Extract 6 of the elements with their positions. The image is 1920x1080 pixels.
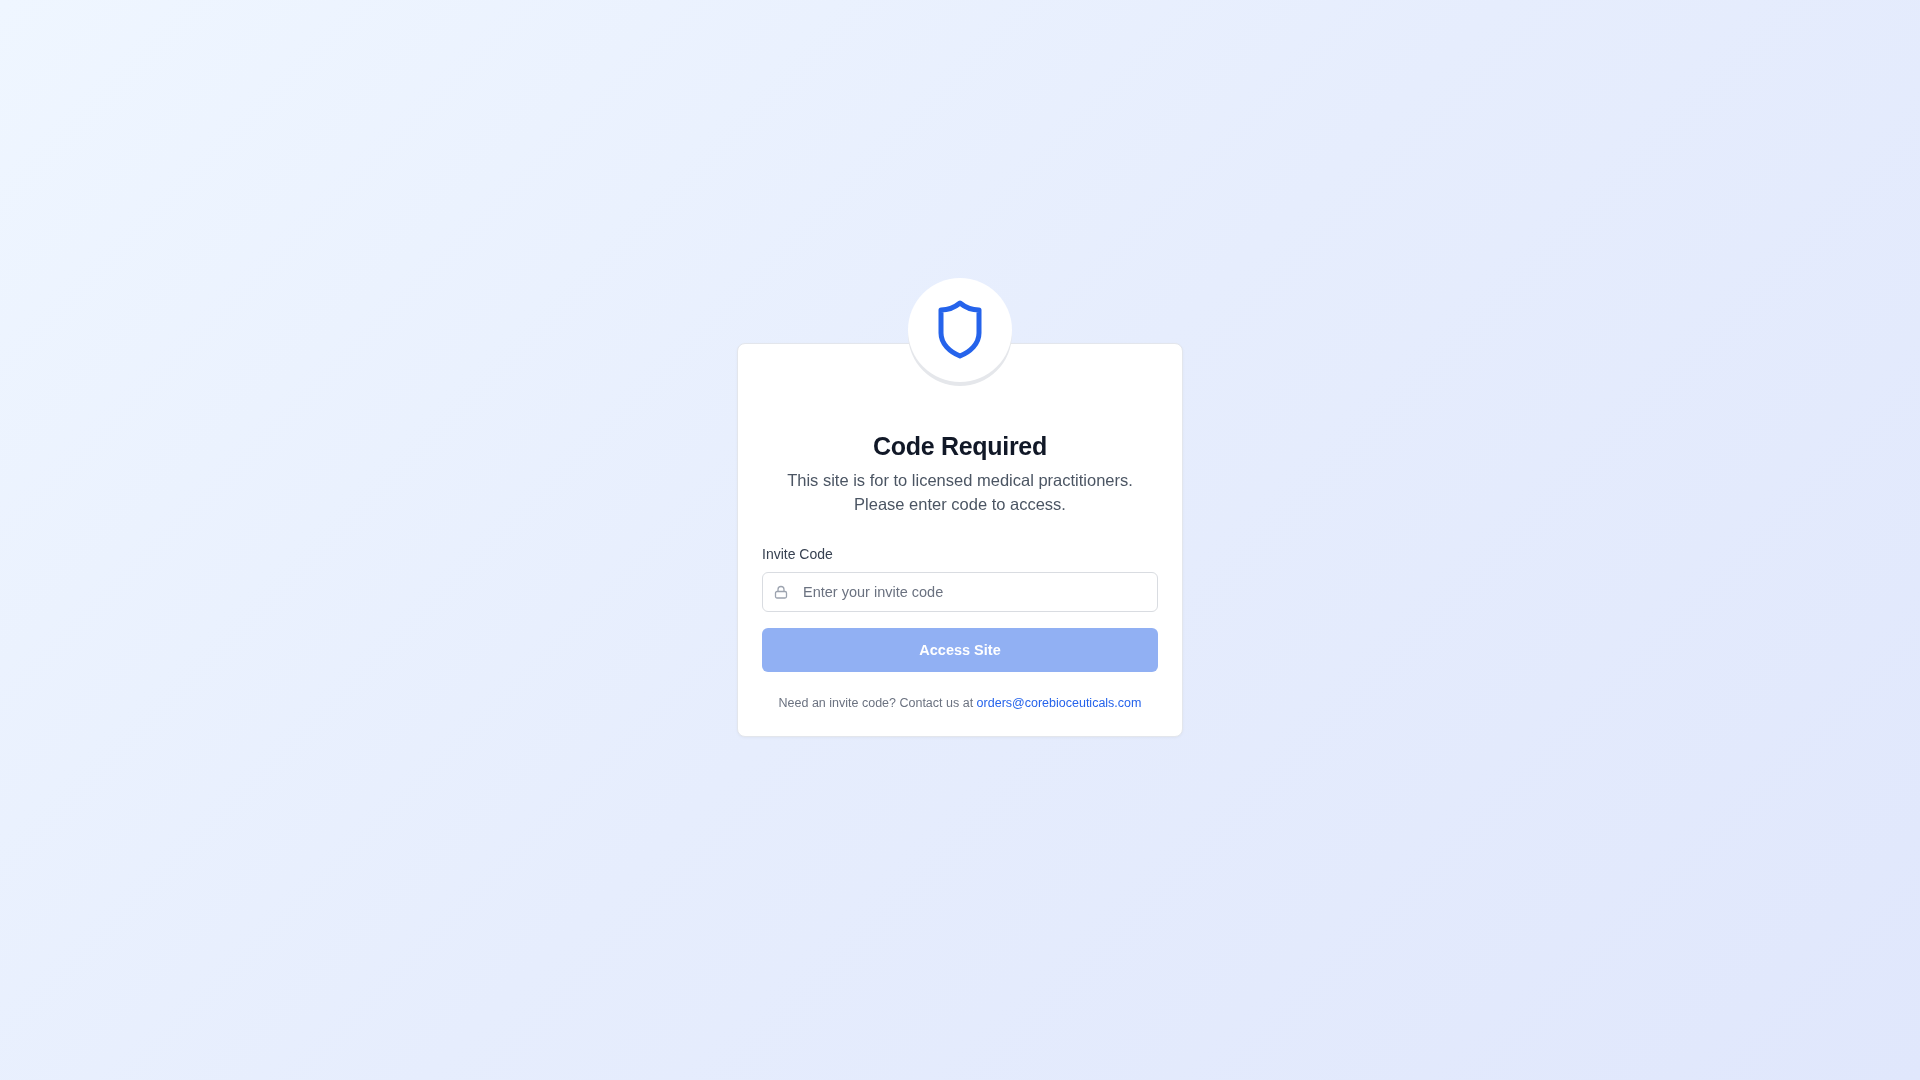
email-link[interactable]: orders@corebioceuticals.com <box>976 696 1142 710</box>
card-title: Code Required <box>872 431 1048 462</box>
field-label: Invite Code <box>762 545 833 564</box>
invite-code-field[interactable]: Enter your invite code <box>762 572 1158 612</box>
card-description: This site is for to licensed medical practitioners. Please enter code to access. <box>786 470 1134 515</box>
contact-note: Need an invite code? Contact us at orders@corebioceuticals.com <box>777 695 1143 712</box>
